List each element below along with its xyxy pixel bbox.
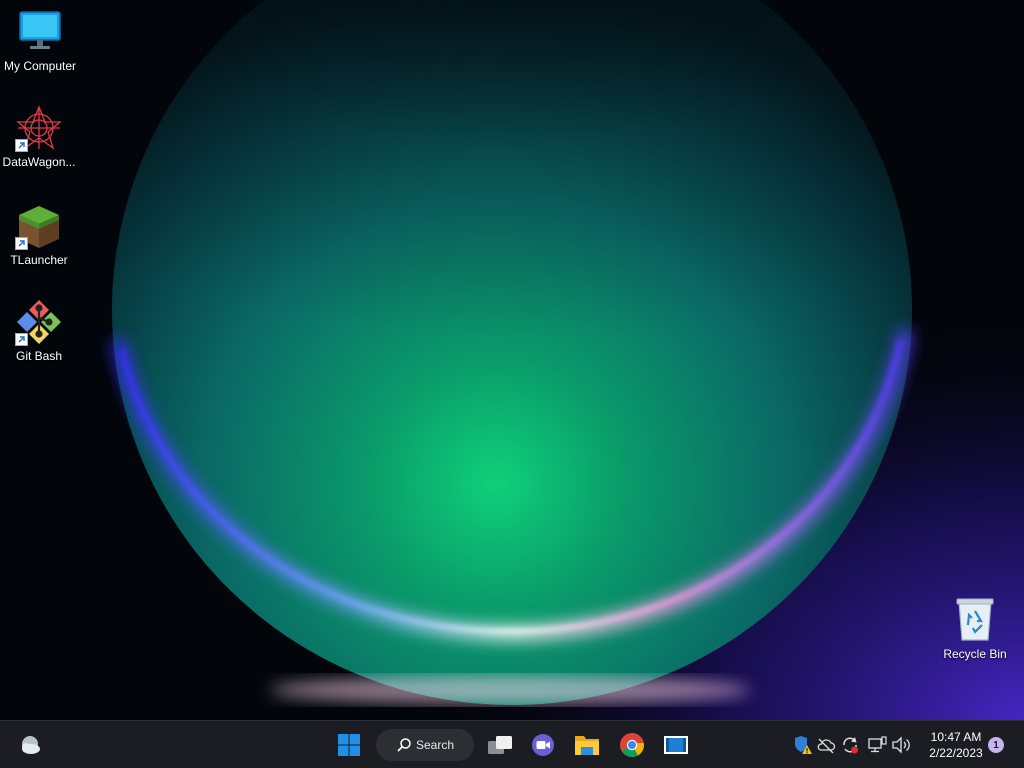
chat-button[interactable]	[527, 729, 559, 761]
search-icon	[397, 738, 411, 752]
tray-security-button[interactable]	[793, 735, 813, 755]
search-label: Search	[415, 738, 455, 752]
network-icon	[868, 736, 887, 753]
git-logo-icon	[15, 298, 63, 346]
security-warning-icon	[795, 736, 812, 754]
shortcut-arrow-icon	[15, 237, 28, 250]
clock-button[interactable]: 10:47 AM 2/22/2023	[918, 729, 994, 761]
folder-icon	[575, 736, 599, 755]
desktop[interactable]: My Computer DataWagon... TLauncher Git B…	[0, 0, 1024, 720]
desktop-icon-my-computer[interactable]: My Computer	[0, 8, 80, 73]
clock-time: 10:47 AM	[930, 730, 982, 744]
windows-logo-icon	[338, 734, 360, 756]
media-player-button[interactable]	[660, 729, 692, 761]
tray-sync-button[interactable]	[840, 735, 860, 755]
sync-error-icon	[843, 737, 858, 754]
clock-date: 2/22/2023	[929, 746, 983, 760]
desktop-icon-datawagon[interactable]: DataWagon...	[0, 104, 79, 169]
file-explorer-button[interactable]	[571, 729, 603, 761]
widgets-button[interactable]	[13, 729, 45, 761]
chrome-button[interactable]	[616, 729, 648, 761]
desktop-icon-label: Git Bash	[15, 349, 63, 363]
recycle-bin-icon	[951, 596, 999, 644]
start-button[interactable]	[333, 729, 365, 761]
taskbar: Search 10:47 AM 2/22/2023 1	[0, 720, 1024, 768]
desktop-icon-git-bash[interactable]: Git Bash	[0, 298, 79, 363]
volume-icon	[892, 736, 910, 754]
cloud-offline-icon	[817, 738, 836, 754]
tray-network-button[interactable]	[867, 735, 887, 755]
chrome-icon	[620, 733, 644, 758]
tray-volume-button[interactable]	[891, 735, 911, 755]
shortcut-arrow-icon	[15, 139, 28, 152]
task-view-button[interactable]	[484, 729, 516, 761]
datawagon-icon	[15, 104, 63, 152]
desktop-icon-label: My Computer	[3, 59, 77, 73]
monitor-icon	[16, 8, 64, 56]
tray-onedrive-button[interactable]	[816, 735, 836, 755]
desktop-icon-tlauncher[interactable]: TLauncher	[0, 202, 79, 267]
desktop-icon-recycle-bin[interactable]: Recycle Bin	[935, 596, 1015, 661]
desktop-icon-label: TLauncher	[10, 253, 68, 267]
desktop-icon-label: DataWagon...	[2, 155, 76, 169]
notification-badge[interactable]: 1	[988, 737, 1004, 753]
search-button[interactable]: Search	[376, 729, 474, 761]
media-player-icon	[664, 736, 688, 754]
shortcut-arrow-icon	[15, 333, 28, 346]
task-view-icon	[488, 736, 512, 754]
video-chat-icon	[532, 734, 554, 756]
desktop-icon-label: Recycle Bin	[943, 647, 1007, 661]
wallpaper	[0, 0, 1024, 720]
weather-cloud-icon	[22, 736, 40, 754]
minecraft-grass-block-icon	[15, 202, 63, 250]
